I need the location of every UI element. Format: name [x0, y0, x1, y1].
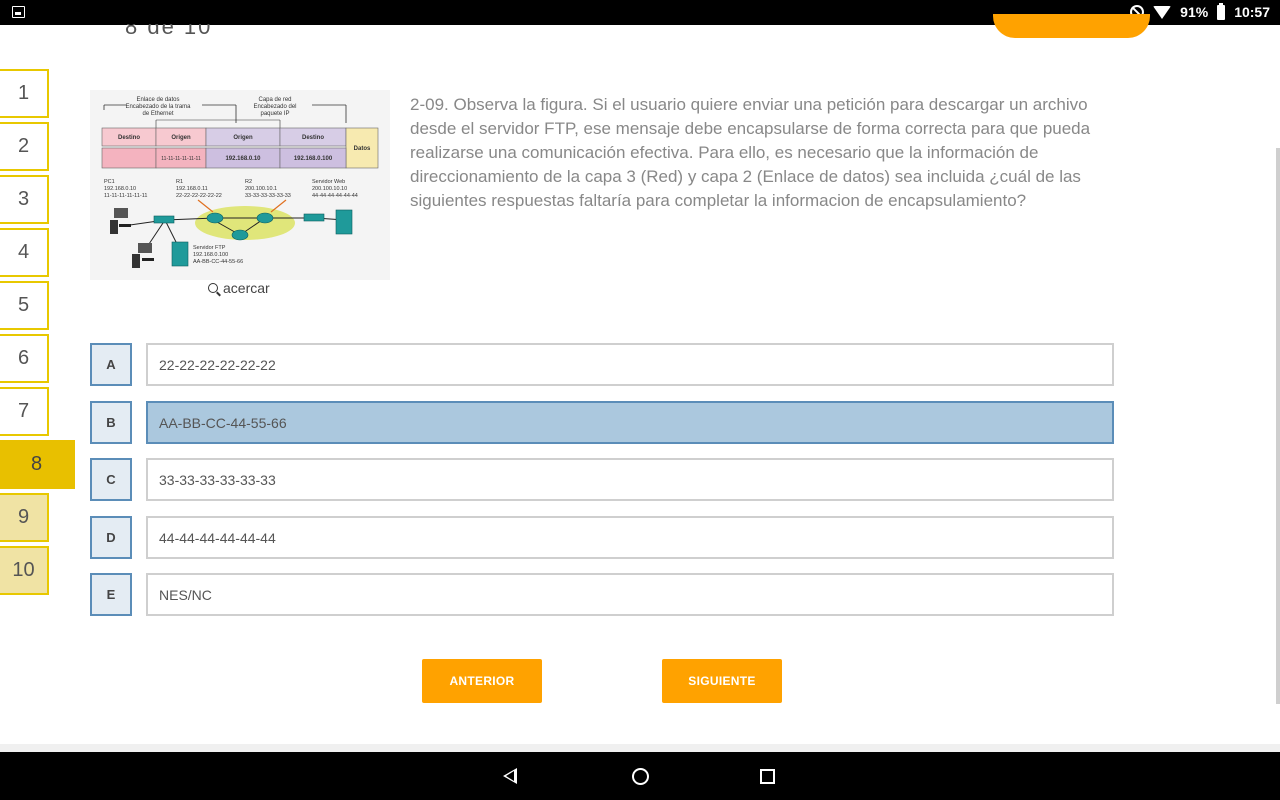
option-answer[interactable]: AA-BB-CC-44-55-66	[146, 401, 1114, 444]
question-text: 2-09. Observa la figura. Si el usuario q…	[410, 95, 1091, 210]
figure-label-ip-header: Encabezado del	[253, 104, 296, 110]
web-server-icon	[335, 209, 353, 235]
gallery-notification-icon	[12, 6, 25, 18]
back-icon[interactable]	[503, 768, 517, 784]
option-c[interactable]: C 33-33-33-33-33-33	[90, 458, 1114, 501]
arrow-r2	[270, 199, 287, 213]
label-pc1-ip: 192.168.0.10	[104, 186, 136, 192]
battery-level: 91%	[1180, 4, 1209, 20]
figure-cell-destino-l3: Destino	[302, 135, 324, 141]
option-answer[interactable]: 33-33-33-33-33-33	[146, 458, 1114, 501]
figure-label-ethernet: de Ethernet	[142, 111, 173, 117]
home-icon[interactable]	[632, 768, 649, 785]
previous-button[interactable]: ANTERIOR	[422, 659, 542, 703]
label-r1-name: R1	[176, 179, 183, 185]
label-web-mac: 44-44-44-44-44-44	[312, 193, 358, 199]
network-diagram-figure[interactable]: Enlace de datos Encabezado de la trama d…	[90, 90, 390, 280]
scrollbar[interactable]	[1276, 148, 1280, 704]
option-letter[interactable]: D	[90, 516, 132, 559]
label-r1-ip: 192.168.0.11	[176, 186, 208, 192]
pc2-icon	[132, 243, 154, 268]
pc1-icon	[110, 208, 131, 234]
zoom-link[interactable]: acercar	[208, 280, 270, 296]
router-r1-icon	[206, 212, 224, 224]
figure-value-origen-mac: 11-11-11-11-11-11	[161, 156, 201, 162]
label-web-ip: 200.100.10.10	[312, 186, 347, 192]
wifi-icon	[1153, 5, 1172, 19]
label-pc1-name: PC1	[104, 179, 115, 185]
page-bottom-edge	[0, 744, 1280, 752]
search-icon	[208, 283, 218, 293]
question-nav-10[interactable]: 10	[0, 546, 49, 595]
question-nav-7[interactable]: 7	[0, 387, 49, 436]
label-r2-mac: 33-33-33-33-33-33	[245, 193, 291, 199]
label-pc1-mac: 11-11-11-11-11-11	[104, 193, 147, 199]
figure-label-ip-packet: paquete IP	[260, 111, 289, 117]
label-ftp-name: Servidor FTP	[193, 245, 226, 251]
label-ftp-mac: AA-BB-CC-44-55-66	[193, 259, 243, 265]
label-r2-ip: 200.100.10.1	[245, 186, 277, 192]
question-nav-9[interactable]: 9	[0, 493, 49, 542]
label-web-name: Servidor Web	[312, 179, 345, 185]
router-center-icon	[231, 229, 249, 241]
question-nav-8[interactable]: 8	[0, 440, 75, 489]
router-r2-icon	[256, 212, 274, 224]
figure-cell-datos: Datos	[354, 146, 371, 152]
zoom-label: acercar	[223, 280, 270, 296]
figure-value-destino-ip: 192.168.0.100	[294, 156, 333, 162]
header-action-button[interactable]	[993, 14, 1150, 38]
battery-icon	[1217, 2, 1226, 20]
figure-label-datalink: Enlace de datos	[136, 97, 179, 103]
figure-cell-origen-l2: Origen	[171, 135, 191, 141]
question-nav-1[interactable]: 1	[0, 69, 49, 118]
option-answer[interactable]: 22-22-22-22-22-22	[146, 343, 1114, 386]
arrow-r1	[197, 199, 214, 213]
question-nav-4[interactable]: 4	[0, 228, 49, 277]
question-nav-3[interactable]: 3	[0, 175, 49, 224]
figure-cell-origen-l3: Origen	[233, 135, 253, 141]
option-e[interactable]: E NES/NC	[90, 573, 1114, 616]
question-nav-2[interactable]: 2	[0, 122, 49, 171]
figure-value-origen-ip: 192.168.0.10	[225, 156, 261, 162]
switch-left-icon	[153, 215, 175, 224]
option-letter[interactable]: B	[90, 401, 132, 444]
option-answer[interactable]: NES/NC	[146, 573, 1114, 616]
option-letter[interactable]: E	[90, 573, 132, 616]
figure-cell-destino-l2: Destino	[118, 135, 140, 141]
question-nav-5[interactable]: 5	[0, 281, 49, 330]
label-ftp-ip: 192.168.0.100	[193, 252, 228, 258]
option-letter[interactable]: C	[90, 458, 132, 501]
label-r1-mac: 22-22-22-22-22-22	[176, 193, 222, 199]
option-d[interactable]: D 44-44-44-44-44-44	[90, 516, 1114, 559]
label-r2-name: R2	[245, 179, 252, 185]
figure-label-ethernet-header: Encabezado de la trama	[125, 104, 191, 110]
ftp-server-icon	[171, 241, 189, 267]
next-button[interactable]: SIGUIENTE	[662, 659, 782, 703]
option-letter[interactable]: A	[90, 343, 132, 386]
status-indicators: 91% 10:57	[1130, 2, 1270, 20]
option-a[interactable]: A 22-22-22-22-22-22	[90, 343, 1114, 386]
figure-label-network-layer: Capa de red	[258, 97, 291, 103]
recent-apps-icon[interactable]	[760, 769, 775, 784]
question-nav-6[interactable]: 6	[0, 334, 49, 383]
switch-right-icon	[303, 213, 325, 222]
system-navigation-bar	[0, 752, 1280, 800]
option-b[interactable]: B AA-BB-CC-44-55-66	[90, 401, 1114, 444]
option-answer[interactable]: 44-44-44-44-44-44	[146, 516, 1114, 559]
clock: 10:57	[1234, 4, 1270, 20]
